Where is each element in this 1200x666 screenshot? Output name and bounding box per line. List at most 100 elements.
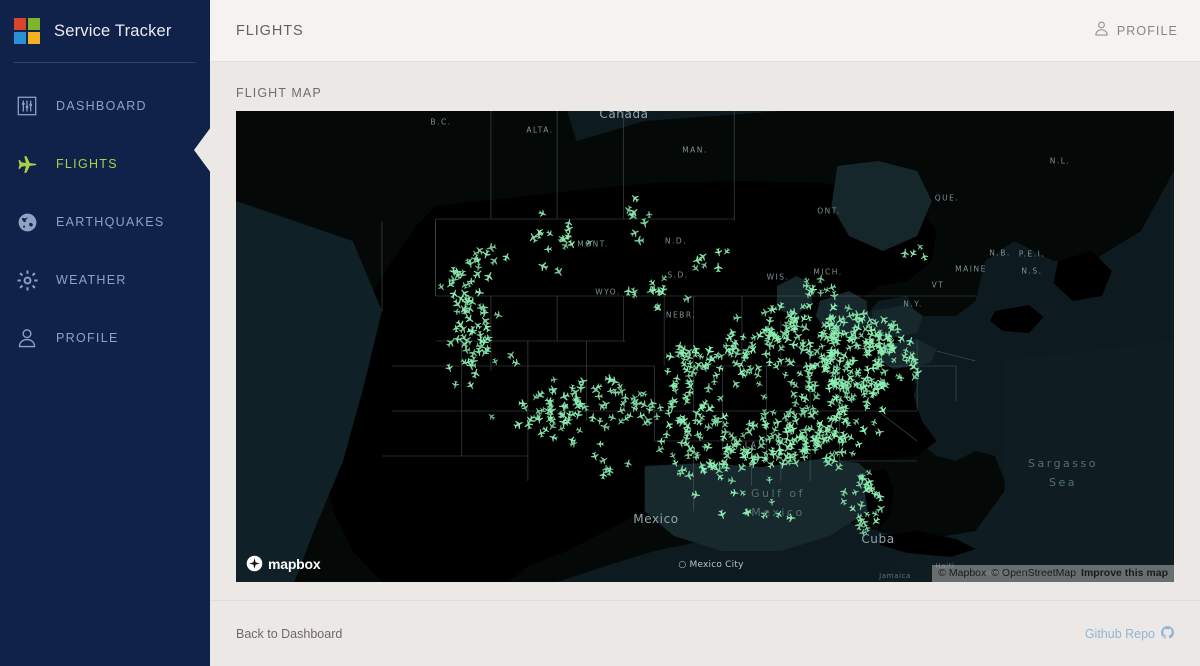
- airplane-icon[interactable]: [839, 414, 851, 427]
- airplane-icon[interactable]: [690, 263, 701, 274]
- airplane-icon[interactable]: [616, 406, 626, 416]
- airplane-icon[interactable]: [730, 378, 742, 390]
- airplane-icon[interactable]: [466, 326, 478, 338]
- airplane-icon[interactable]: [855, 480, 865, 491]
- airplane-icon[interactable]: [659, 274, 669, 284]
- airplane-icon[interactable]: [875, 502, 887, 514]
- airplane-icon[interactable]: [564, 218, 573, 228]
- airplane-icon[interactable]: [755, 380, 764, 389]
- airplane-icon[interactable]: [799, 322, 812, 335]
- airplane-icon[interactable]: [653, 412, 661, 421]
- airplane-icon[interactable]: [624, 286, 633, 296]
- airplane-icon[interactable]: [445, 363, 455, 373]
- airplane-icon[interactable]: [775, 301, 786, 312]
- airplane-icon[interactable]: [843, 394, 851, 401]
- airplane-icon[interactable]: [719, 432, 729, 443]
- airplane-icon[interactable]: [774, 509, 784, 519]
- airplane-icon[interactable]: [527, 231, 540, 244]
- airplane-icon[interactable]: [766, 458, 777, 470]
- airplane-icon[interactable]: [836, 447, 847, 457]
- airplane-icon[interactable]: [760, 408, 770, 420]
- airplane-icon[interactable]: [606, 387, 615, 395]
- airplane-icon[interactable]: [598, 455, 609, 466]
- airplane-icon[interactable]: [879, 366, 891, 378]
- airplane-icon[interactable]: [772, 417, 783, 428]
- airplane-icon[interactable]: [775, 343, 786, 354]
- airplane-icon[interactable]: [703, 382, 714, 393]
- airplane-icon[interactable]: [501, 251, 511, 262]
- airplane-icon[interactable]: [861, 396, 872, 408]
- airplane-icon[interactable]: [791, 398, 801, 408]
- airplane-icon[interactable]: [875, 427, 885, 437]
- airplane-icon[interactable]: [920, 252, 930, 262]
- airplane-icon[interactable]: [590, 451, 600, 462]
- airplane-icon[interactable]: [544, 245, 552, 253]
- back-to-dashboard-link[interactable]: Back to Dashboard: [236, 627, 342, 641]
- airplane-icon[interactable]: [594, 392, 603, 401]
- attribution-osm-link[interactable]: © OpenStreetMap: [991, 567, 1076, 579]
- airplane-icon[interactable]: [575, 426, 585, 436]
- airplane-icon[interactable]: [727, 476, 737, 485]
- airplane-icon[interactable]: [717, 509, 728, 520]
- airplane-icon[interactable]: [665, 352, 675, 362]
- airplane-icon[interactable]: [546, 420, 557, 432]
- airplane-icon[interactable]: [664, 419, 675, 430]
- airplane-icon[interactable]: [748, 445, 756, 453]
- airplane-icon[interactable]: [463, 313, 475, 326]
- airplane-icon[interactable]: [664, 367, 672, 376]
- airplane-icon[interactable]: [862, 509, 871, 518]
- airplane-icon[interactable]: [900, 248, 909, 258]
- airplane-icon[interactable]: [464, 257, 473, 266]
- airplane-icon[interactable]: [721, 427, 730, 437]
- airplane-icon[interactable]: [857, 331, 866, 340]
- airplane-icon[interactable]: [865, 468, 874, 477]
- airplane-icon[interactable]: [636, 411, 647, 422]
- airplane-icon[interactable]: [805, 313, 813, 322]
- airplane-icon[interactable]: [451, 380, 460, 389]
- airplane-icon[interactable]: [769, 408, 778, 417]
- airplane-icon[interactable]: [775, 355, 785, 366]
- airplane-icon[interactable]: [647, 398, 658, 410]
- airplane-icon[interactable]: [870, 418, 879, 427]
- attribution-improve-link[interactable]: Improve this map: [1081, 567, 1168, 579]
- airplane-icon[interactable]: [557, 424, 566, 433]
- airplane-icon[interactable]: [759, 392, 768, 402]
- airplane-icon[interactable]: [599, 421, 610, 432]
- airplane-icon[interactable]: [915, 242, 924, 251]
- airplane-icon[interactable]: [908, 248, 918, 259]
- airplane-icon[interactable]: [607, 413, 617, 423]
- airplane-icon[interactable]: [718, 411, 730, 423]
- airplane-icon[interactable]: [619, 399, 628, 408]
- airplane-icon[interactable]: [453, 308, 461, 316]
- airplane-icon[interactable]: [697, 250, 709, 262]
- airplane-icon[interactable]: [657, 437, 666, 446]
- airplane-icon[interactable]: [781, 371, 789, 379]
- airplane-icon[interactable]: [716, 351, 727, 362]
- airplane-icon[interactable]: [577, 376, 588, 387]
- airplane-icon[interactable]: [487, 412, 497, 422]
- airplane-icon[interactable]: [816, 274, 825, 284]
- airplane-icon[interactable]: [848, 504, 858, 514]
- airplane-icon[interactable]: [804, 337, 815, 349]
- airplane-icon[interactable]: [753, 370, 763, 380]
- airplane-icon[interactable]: [756, 433, 766, 443]
- airplane-icon[interactable]: [512, 418, 524, 430]
- airplane-icon[interactable]: [732, 313, 743, 323]
- airplane-icon[interactable]: [654, 444, 665, 455]
- airplane-icon[interactable]: [488, 255, 500, 267]
- airplane-icon[interactable]: [537, 428, 546, 438]
- airplane-icon[interactable]: [765, 316, 774, 326]
- airplane-icon[interactable]: [481, 249, 491, 260]
- airplane-icon[interactable]: [549, 385, 560, 396]
- airplane-icon[interactable]: [817, 289, 825, 297]
- airplane-icon[interactable]: [677, 438, 687, 448]
- airplane-icon[interactable]: [472, 320, 483, 331]
- airplane-icon[interactable]: [845, 343, 855, 353]
- airplane-icon[interactable]: [589, 383, 602, 396]
- airplane-icon[interactable]: [790, 457, 802, 469]
- airplane-icon[interactable]: [848, 449, 856, 457]
- airplane-icon[interactable]: [759, 509, 770, 521]
- airplane-icon[interactable]: [671, 459, 680, 469]
- airplane-icon[interactable]: [691, 490, 701, 500]
- airplane-icon[interactable]: [795, 369, 805, 379]
